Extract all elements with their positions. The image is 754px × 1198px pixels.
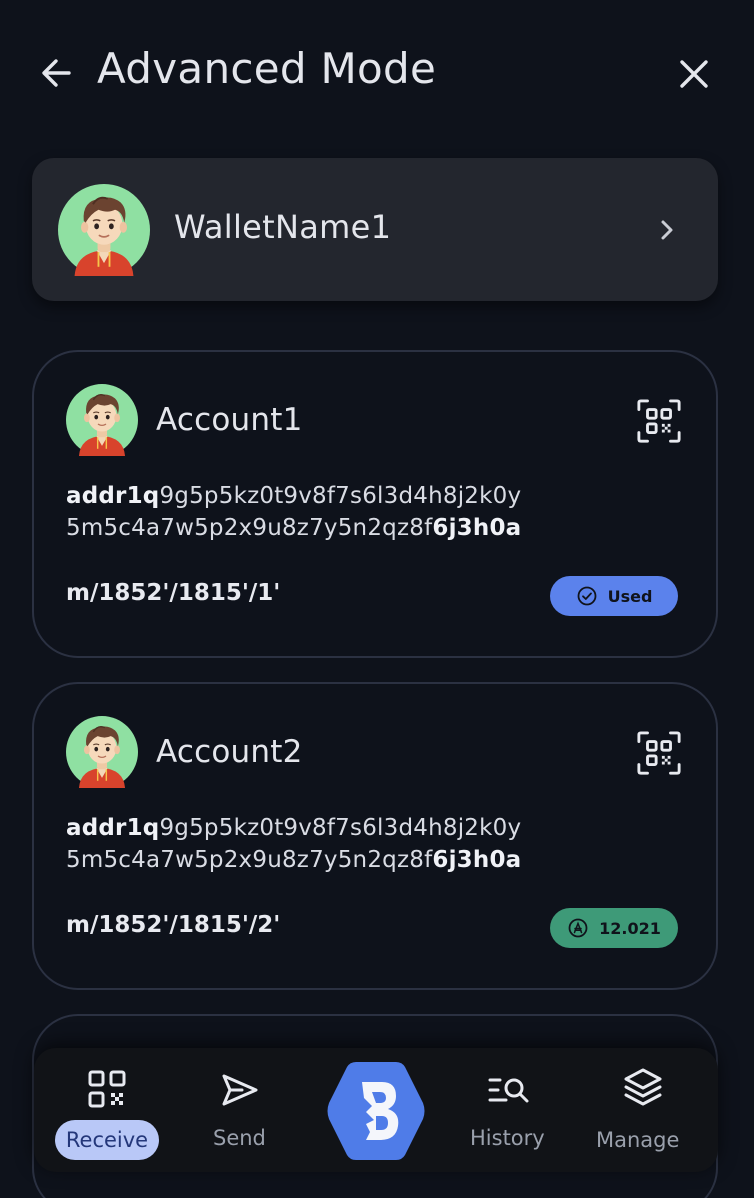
close-button[interactable]: [672, 52, 716, 96]
page-title: Advanced Mode: [97, 44, 437, 93]
address-middle: 9g5p5kz0t9v8f7s6l3d4h8j2k0y: [159, 815, 522, 841]
address-middle: 5m5c4a7w5p2x9u8z7y5n2qz8f: [66, 847, 433, 873]
avatar: [66, 716, 138, 788]
address-suffix: 6j3h0a: [432, 515, 522, 541]
address-prefix: addr1q: [66, 815, 160, 841]
avatar: [66, 384, 138, 456]
account-name: Account2: [156, 734, 303, 770]
bottom-navigation: Receive Send History Manage: [34, 1048, 718, 1172]
qr-code-icon: [88, 1070, 126, 1108]
app-logo-button[interactable]: [326, 1058, 426, 1164]
account-card[interactable]: Account1 addr1q9g5p5kz0t9v8f7s6l3d4h8j2k…: [32, 350, 718, 658]
balance-badge: 12.021: [550, 908, 678, 948]
nav-label: Manage: [596, 1128, 680, 1152]
nav-item-send[interactable]: Send: [180, 1048, 302, 1172]
wallet-name: WalletName1: [174, 208, 392, 246]
derivation-path: m/1852'/1815'/1': [66, 580, 281, 606]
derivation-path: m/1852'/1815'/2': [66, 912, 281, 938]
address-prefix: addr1q: [66, 483, 160, 509]
app-logo-icon: [327, 1062, 425, 1160]
qr-code-icon[interactable]: [636, 398, 682, 444]
nav-label: Receive: [55, 1120, 159, 1160]
nav-item-receive[interactable]: Receive: [34, 1048, 180, 1172]
account-address: addr1q9g5p5kz0t9v8f7s6l3d4h8j2k0y 5m5c4a…: [66, 812, 626, 876]
account-name: Account1: [156, 402, 303, 438]
history-search-icon: [488, 1078, 529, 1103]
status-badge: Used: [550, 576, 678, 616]
qr-code-icon[interactable]: [636, 730, 682, 776]
account-card[interactable]: Account2 addr1q9g5p5kz0t9v8f7s6l3d4h8j2k…: [32, 682, 718, 990]
nav-label: History: [470, 1126, 545, 1150]
badge-label: 12.021: [599, 918, 661, 938]
header: Advanced Mode: [0, 0, 754, 150]
address-suffix: 6j3h0a: [432, 847, 522, 873]
wallet-selector[interactable]: WalletName1: [32, 158, 718, 301]
nav-item-history[interactable]: History: [450, 1048, 570, 1172]
ada-icon: [568, 918, 588, 938]
badge-label: Used: [607, 586, 653, 606]
back-button[interactable]: [36, 52, 78, 94]
nav-label: Send: [213, 1126, 266, 1150]
arrow-left-icon: [42, 59, 71, 87]
check-circle-icon: [577, 586, 596, 606]
account-address: addr1q9g5p5kz0t9v8f7s6l3d4h8j2k0y 5m5c4a…: [66, 480, 626, 544]
chevron-right-icon: [661, 220, 673, 240]
address-middle: 5m5c4a7w5p2x9u8z7y5n2qz8f: [66, 515, 433, 541]
layers-icon: [624, 1068, 662, 1106]
close-icon: [680, 60, 708, 88]
address-middle: 9g5p5kz0t9v8f7s6l3d4h8j2k0y: [159, 483, 522, 509]
nav-item-manage[interactable]: Manage: [580, 1048, 718, 1172]
send-icon: [222, 1074, 258, 1106]
avatar: [58, 184, 150, 276]
